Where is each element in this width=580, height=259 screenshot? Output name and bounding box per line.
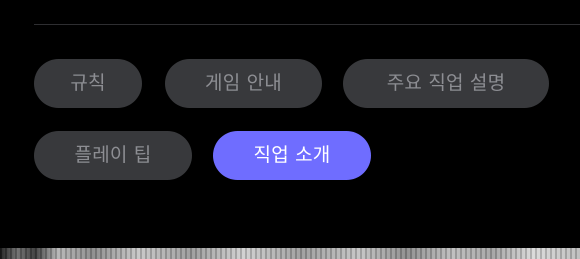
tab-rules[interactable]: 규칙 (34, 59, 142, 108)
banner-image (0, 248, 580, 259)
tab-game-guide[interactable]: 게임 안내 (165, 59, 322, 108)
section-divider (34, 24, 580, 25)
tab-job-introduction[interactable]: 직업 소개 (213, 131, 371, 180)
tab-main-job-description[interactable]: 주요 직업 설명 (343, 59, 549, 108)
tab-play-tips[interactable]: 플레이 팁 (34, 131, 192, 180)
